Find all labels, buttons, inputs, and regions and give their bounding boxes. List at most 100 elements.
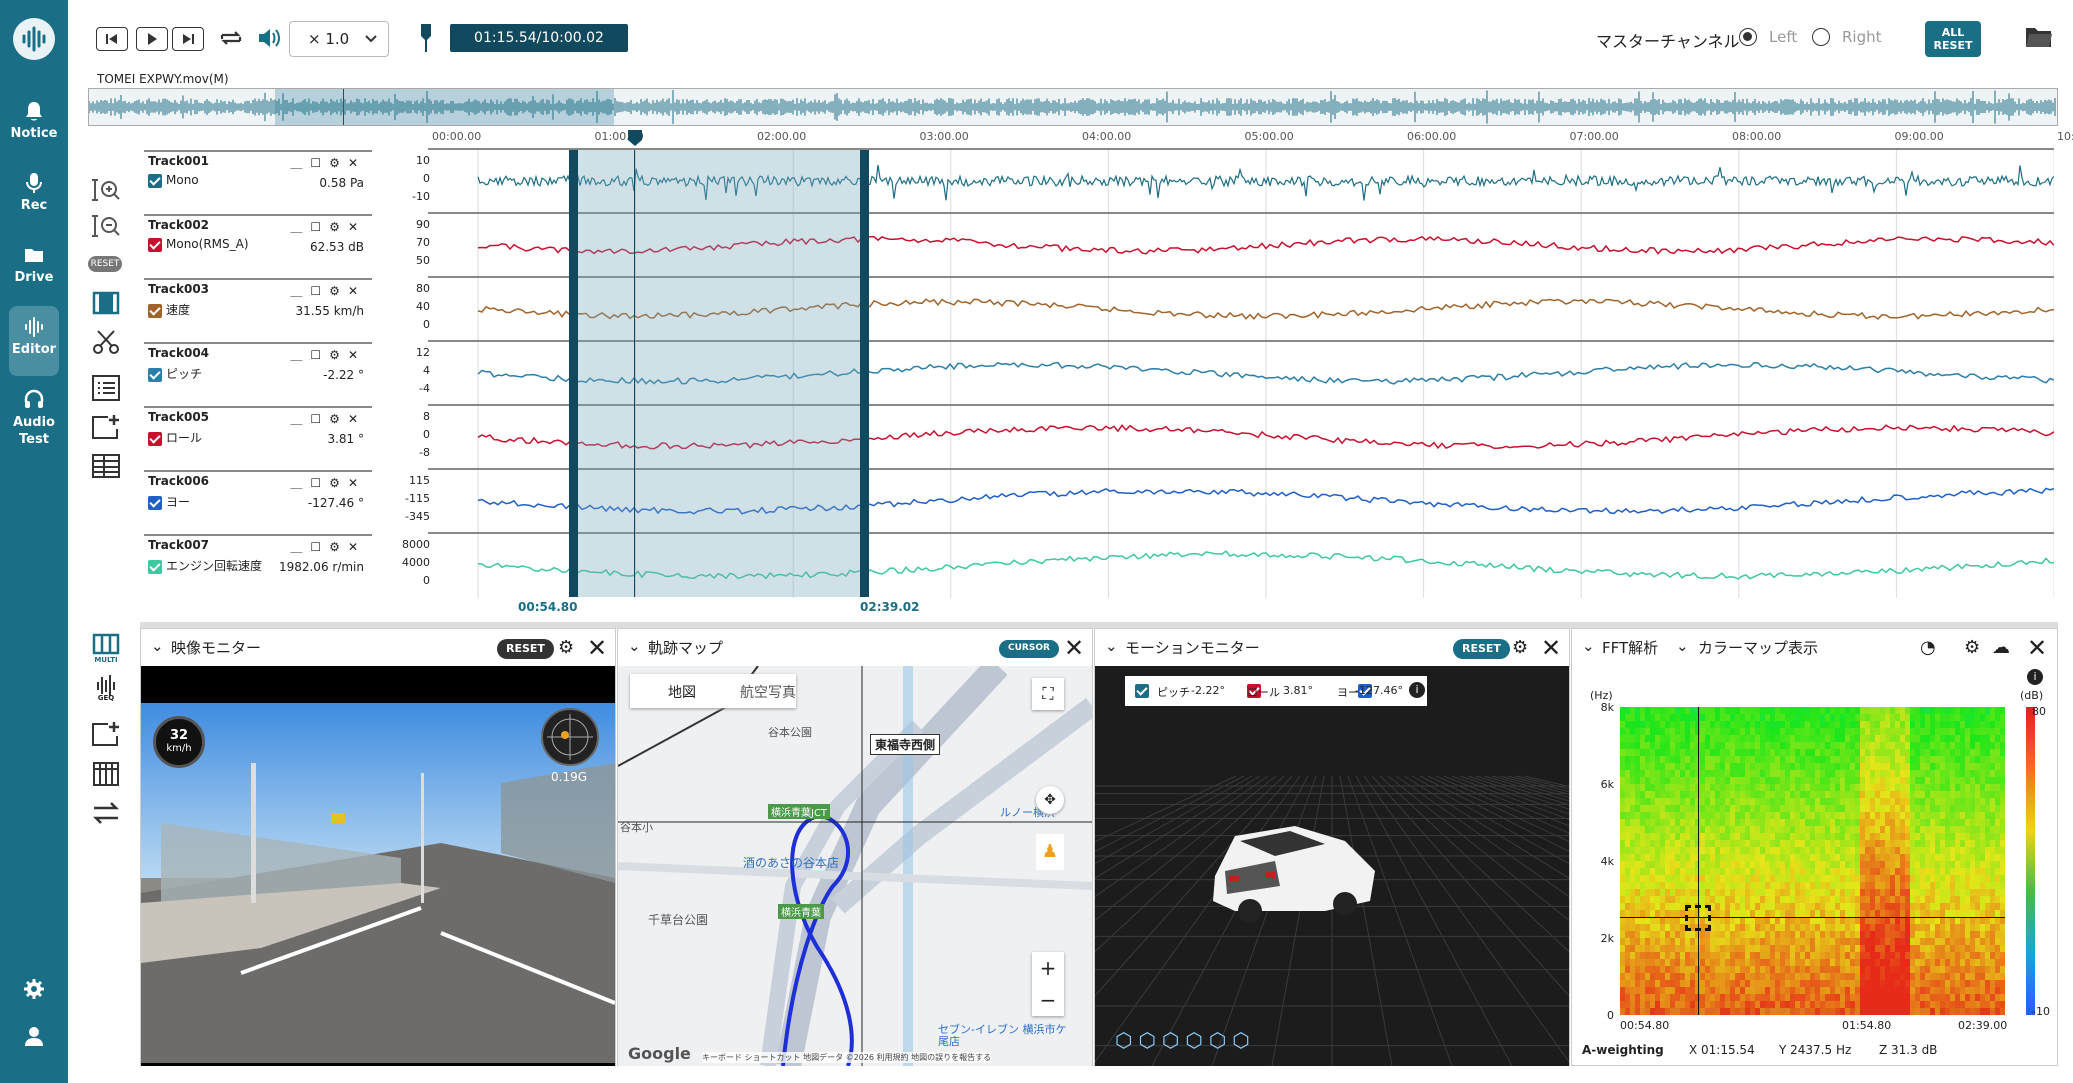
minimize-icon[interactable]: ＿ <box>290 412 310 426</box>
map-canvas[interactable]: 地図 航空写真 東福寺西側 谷本公園 千草台公園 酒のあさの谷本店 横浜青葉JC… <box>618 666 1092 1066</box>
map-footer-links[interactable]: キーボード ショートカット 地図データ ©2026 利用規約 地図の誤りを報告す… <box>702 1052 992 1063</box>
selection-end-handle[interactable] <box>860 150 869 597</box>
motion-reset-button[interactable]: RESET <box>1453 639 1510 659</box>
maximize-icon[interactable]: ☐ <box>310 476 329 490</box>
video-reset-button[interactable]: RESET <box>497 639 554 659</box>
spectrogram[interactable] <box>1620 707 2005 1015</box>
video-frame[interactable]: 32 km/h 0.19G <box>141 666 615 1066</box>
selection-start-handle[interactable] <box>569 150 578 597</box>
playhead-marker-icon[interactable] <box>418 22 434 54</box>
grid-icon[interactable] <box>90 760 122 788</box>
minimize-icon[interactable]: ＿ <box>290 284 310 298</box>
maximize-icon[interactable]: ☐ <box>310 220 329 234</box>
track-checkbox[interactable] <box>148 367 162 382</box>
skip-to-end-button[interactable] <box>172 27 204 51</box>
fullscreen-icon[interactable]: ⛶ <box>1032 678 1064 710</box>
tab-map[interactable]: 地図 <box>668 682 696 702</box>
sidebar-item-audio-test[interactable]: Audio Test <box>0 388 68 448</box>
info-icon[interactable]: i <box>2027 669 2043 685</box>
fit-view-icon[interactable] <box>90 289 122 317</box>
collapse-chevron-icon[interactable]: ⌄ <box>1105 637 1118 655</box>
track-checkbox[interactable] <box>148 237 162 252</box>
zoom-in-icon[interactable]: + <box>1032 952 1064 984</box>
gear-icon[interactable]: ⚙ <box>329 476 348 490</box>
gear-icon[interactable]: ⚙ <box>329 412 348 426</box>
zoom-reset-button[interactable]: RESET <box>88 256 122 272</box>
add-track-icon[interactable] <box>90 413 122 441</box>
pitch-checkbox[interactable] <box>1135 684 1149 698</box>
close-icon[interactable]: ✕ <box>348 476 366 490</box>
gear-icon[interactable]: ⚙ <box>1512 637 1528 658</box>
close-icon[interactable]: ✕ <box>348 284 366 298</box>
track-checkbox[interactable] <box>148 303 162 318</box>
all-reset-button[interactable]: ALL RESET <box>1925 21 1981 57</box>
user-icon[interactable] <box>23 1025 45 1047</box>
track-checkbox[interactable] <box>148 173 162 188</box>
minimize-icon[interactable]: ＿ <box>290 220 310 234</box>
volume-icon[interactable] <box>256 25 284 51</box>
zoom-out-vertical-icon[interactable] <box>90 212 122 240</box>
sidebar-item-drive[interactable]: Drive <box>0 244 68 285</box>
maximize-icon[interactable]: ☐ <box>310 284 329 298</box>
zoom-out-icon[interactable]: − <box>1032 984 1064 1016</box>
view-angle-cube-icons[interactable]: ⬡⬡⬡⬡⬡⬡ <box>1115 1028 1256 1052</box>
gear-icon[interactable]: ⚙ <box>329 540 348 554</box>
sidebar-item-notice[interactable]: Notice <box>0 100 68 141</box>
minimize-icon[interactable]: ＿ <box>290 156 310 170</box>
close-icon[interactable]: ✕ <box>2027 634 2047 662</box>
cloud-download-icon[interactable]: ☁ <box>1992 637 2010 658</box>
sidebar-item-editor[interactable]: Editor <box>0 316 68 357</box>
overview-waveform[interactable] <box>88 88 2058 126</box>
maximize-icon[interactable]: ☐ <box>310 156 329 170</box>
display-mode-chevron-icon[interactable]: ⌄ <box>1676 637 1689 655</box>
swap-icon[interactable] <box>90 799 122 827</box>
info-icon[interactable]: i <box>1409 682 1425 698</box>
maximize-icon[interactable]: ☐ <box>310 412 329 426</box>
close-icon[interactable]: ✕ <box>1064 634 1084 662</box>
gear-icon[interactable]: ⚙ <box>558 637 574 658</box>
scissors-icon[interactable] <box>90 328 122 356</box>
cursor-badge[interactable]: CURSOR <box>999 640 1059 658</box>
playback-speed-select[interactable]: × 1.0 <box>289 21 389 57</box>
close-icon[interactable]: ✕ <box>348 540 366 554</box>
gear-icon[interactable]: ⚙ <box>1964 637 1980 658</box>
play-button[interactable] <box>136 27 168 51</box>
pan-control-icon[interactable]: ✥ <box>1036 786 1064 814</box>
gear-icon[interactable]: ⚙ <box>329 156 348 170</box>
close-icon[interactable]: ✕ <box>348 348 366 362</box>
tab-satellite[interactable]: 航空写真 <box>740 682 796 702</box>
close-icon[interactable]: ✕ <box>1541 634 1561 662</box>
close-icon[interactable]: ✕ <box>587 634 607 662</box>
left-channel-radio[interactable] <box>1739 28 1757 46</box>
selection-region[interactable] <box>570 150 868 597</box>
street-view-icon[interactable]: ♟ <box>1036 834 1064 870</box>
right-channel-radio[interactable] <box>1812 28 1830 46</box>
maximize-icon[interactable]: ☐ <box>310 540 329 554</box>
loop-icon[interactable] <box>217 25 245 51</box>
cursor-marker-icon[interactable] <box>626 128 644 148</box>
close-icon[interactable]: ✕ <box>348 220 366 234</box>
gear-icon[interactable]: ⚙ <box>329 348 348 362</box>
skip-to-start-button[interactable] <box>96 27 128 51</box>
track-checkbox[interactable] <box>148 559 162 574</box>
list-icon[interactable] <box>90 374 122 402</box>
motion-3d-view[interactable]: ピッチ -2.22° ロール 3.81° ヨー -127.46° i ⬡⬡⬡⬡⬡… <box>1095 666 1569 1066</box>
maximize-icon[interactable]: ☐ <box>310 348 329 362</box>
sidebar-item-rec[interactable]: Rec <box>0 172 68 213</box>
add-panel-icon[interactable] <box>90 720 122 748</box>
zoom-in-vertical-icon[interactable] <box>90 176 122 204</box>
minimize-icon[interactable]: ＿ <box>290 348 310 362</box>
collapse-chevron-icon[interactable]: ⌄ <box>628 637 641 655</box>
app-logo-icon[interactable] <box>13 18 55 60</box>
minimize-icon[interactable]: ＿ <box>290 540 310 554</box>
collapse-chevron-icon[interactable]: ⌄ <box>1582 637 1595 655</box>
track-checkbox[interactable] <box>148 431 162 446</box>
close-icon[interactable]: ✕ <box>348 412 366 426</box>
open-folder-icon[interactable] <box>2024 24 2054 50</box>
minimize-icon[interactable]: ＿ <box>290 476 310 490</box>
gear-icon[interactable]: ⚙ <box>329 220 348 234</box>
collapse-chevron-icon[interactable]: ⌄ <box>151 637 164 655</box>
close-icon[interactable]: ✕ <box>348 156 366 170</box>
auto-adjust-icon[interactable]: ◔ <box>1920 637 1936 658</box>
gear-icon[interactable]: ⚙ <box>329 284 348 298</box>
